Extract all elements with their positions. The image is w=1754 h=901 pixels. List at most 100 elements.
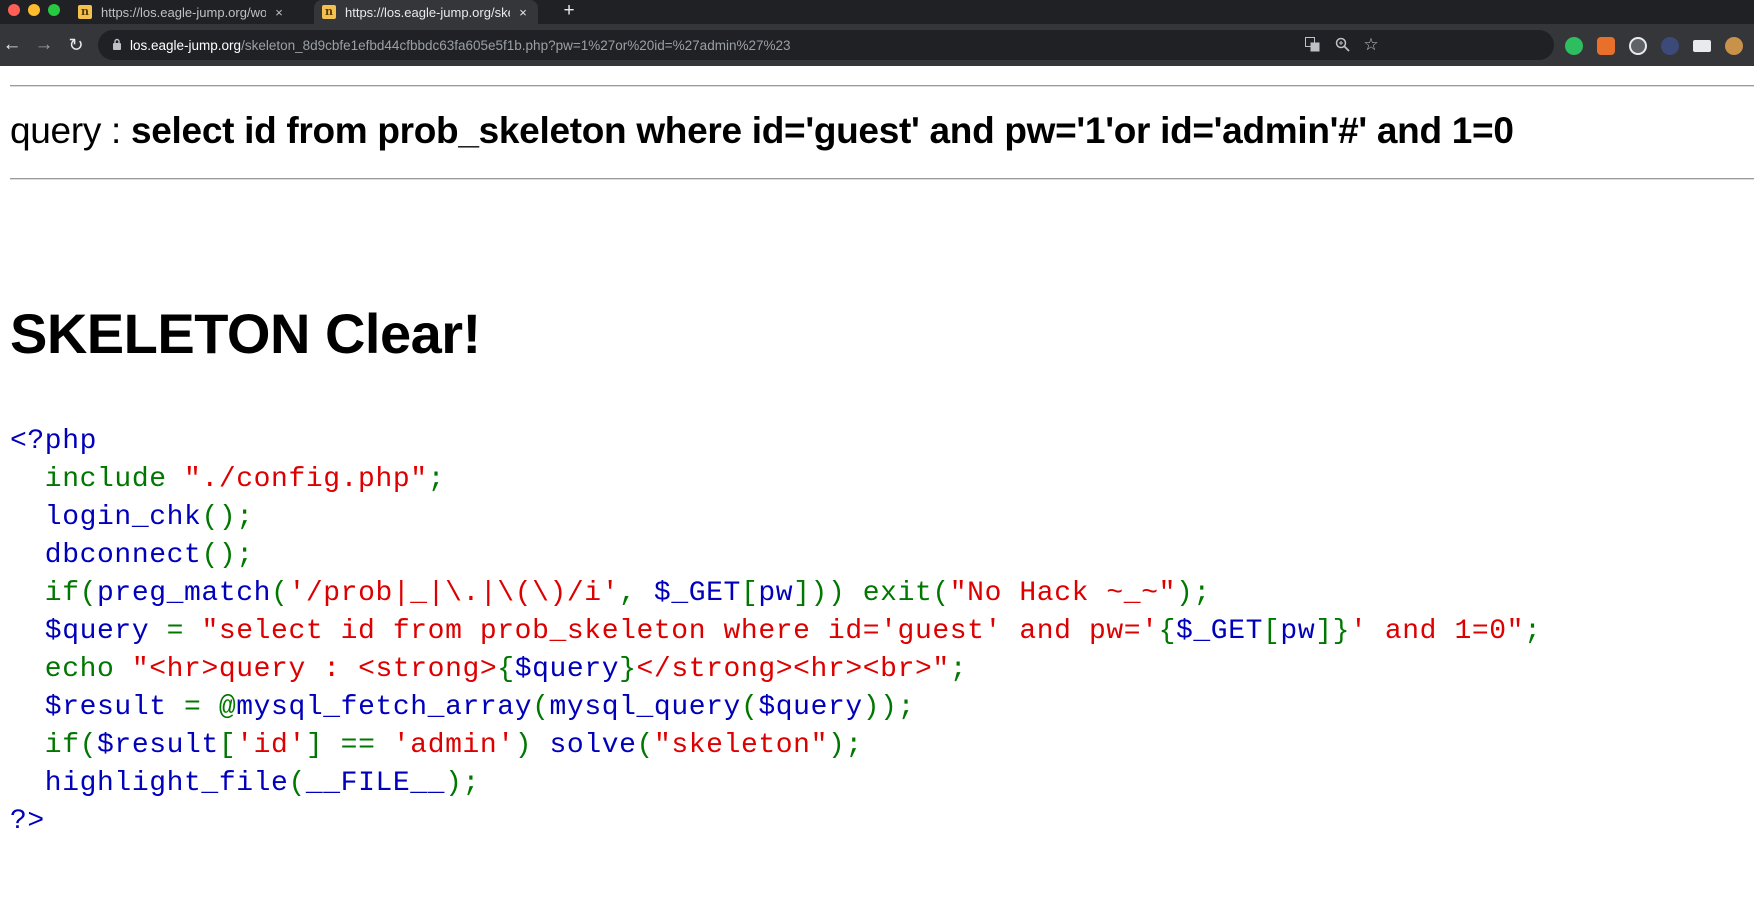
code-line: echo "<hr>query : <strong>{$query}</stro… (10, 651, 1541, 689)
new-tab-button[interactable]: + (558, 0, 580, 24)
zoom-icon[interactable] (1334, 37, 1350, 53)
code-token: "No Hack ~_~" (949, 578, 1177, 609)
close-window-button[interactable] (8, 4, 20, 16)
query-prefix: query : (10, 110, 131, 151)
code-line: if($result['id'] == 'admin') solve("skel… (10, 727, 1541, 765)
code-token: $_GET (653, 578, 741, 609)
back-icon[interactable]: ← (0, 33, 24, 57)
code-line: dbconnect(); (10, 537, 1541, 575)
cookie-icon[interactable] (1725, 37, 1743, 55)
evernote-icon[interactable] (1565, 37, 1583, 55)
code-token: ; (949, 654, 968, 685)
code-token: "<hr>query : <strong> (131, 654, 498, 685)
bookmark-star-icon[interactable]: ☆ (1363, 36, 1379, 53)
code-token: ; (1524, 616, 1542, 647)
code-token: ( (271, 578, 289, 609)
code-line: include "./config.php"; (10, 461, 1541, 499)
code-token: ( (636, 730, 654, 761)
code-token: if( (10, 578, 98, 609)
code-token: $result (10, 692, 185, 723)
query-text: select id from prob_skeleton where id='g… (131, 110, 1514, 151)
code-token: ' and 1=0" (1350, 616, 1525, 647)
code-token: mysql_fetch_array (236, 692, 533, 723)
code-token: ])) exit( (793, 578, 950, 609)
rss-icon[interactable] (1597, 37, 1615, 55)
query-display: query : select id from prob_skeleton whe… (10, 110, 1514, 152)
maximize-window-button[interactable] (48, 4, 60, 16)
code-token: 'admin' (392, 730, 515, 761)
url-path: /skeleton_8d9cbfe1efbd44cfbbdc63fa605e5f… (241, 37, 791, 53)
page-content: query : select id from prob_skeleton whe… (0, 66, 1754, 901)
close-icon[interactable]: × (516, 5, 530, 20)
code-line: highlight_file(__FILE__); (10, 765, 1541, 803)
divider (10, 85, 1754, 87)
code-line: ?> (10, 803, 1541, 841)
address-bar[interactable]: los.eagle-jump.org/skeleton_8d9cbfe1efbd… (98, 30, 1554, 60)
code-token: { (497, 654, 515, 685)
code-token: $result (97, 730, 219, 761)
translate-icon[interactable] (1304, 37, 1320, 53)
code-token: ?> (10, 806, 45, 837)
code-line: $query = "select id from prob_skeleton w… (10, 613, 1541, 651)
code-token: )); (862, 692, 915, 723)
tab-skeleton[interactable]: n https://los.eagle-jump.org/skeleton × (314, 0, 538, 24)
code-token: echo (10, 654, 132, 685)
code-token: ]} (1315, 616, 1351, 647)
site-favicon-icon: n (322, 5, 336, 19)
code-line: login_chk(); (10, 499, 1541, 537)
code-token: ( (532, 692, 550, 723)
code-token: } (619, 654, 637, 685)
code-line: <?php (10, 423, 1541, 461)
code-token: ) (514, 730, 550, 761)
code-token: [ (1263, 616, 1281, 647)
tab-strip: n https://los.eagle-jump.org/wolf × n ht… (0, 0, 1754, 24)
code-token: (); (201, 502, 254, 533)
code-token: pw (758, 578, 794, 609)
code-token: preg_match (97, 578, 272, 609)
shield-icon[interactable] (1629, 37, 1647, 55)
code-token: include (10, 464, 185, 495)
code-token: $query (10, 616, 167, 647)
tab-wolf[interactable]: n https://los.eagle-jump.org/wolf × (70, 0, 294, 24)
lock-icon[interactable] (112, 38, 122, 53)
code-token: 'id' (236, 730, 306, 761)
reload-icon[interactable]: ↻ (64, 33, 88, 57)
divider (10, 178, 1754, 180)
code-token: pw (1280, 616, 1316, 647)
php-source-code: <?php include "./config.php"; login_chk(… (10, 423, 1541, 841)
code-token: $_GET (1176, 616, 1264, 647)
code-token: ] == (305, 730, 393, 761)
code-token: </strong><hr><br>" (636, 654, 950, 685)
code-token: ); (1176, 578, 1211, 609)
url-host: los.eagle-jump.org (130, 37, 242, 53)
code-token: = @ (184, 692, 237, 723)
code-token: login_chk (10, 502, 202, 533)
code-token: ( (740, 692, 759, 723)
code-token: $query (758, 692, 863, 723)
code-line: $result = @mysql_fetch_array(mysql_query… (10, 689, 1541, 727)
code-token: [ (218, 730, 237, 761)
code-token: "select id from prob_skeleton where id='… (201, 616, 1159, 647)
close-icon[interactable]: × (272, 5, 286, 20)
code-token: { (1158, 616, 1176, 647)
code-token: mysql_query (549, 692, 741, 723)
minimize-window-button[interactable] (28, 4, 40, 16)
code-token: , (619, 578, 654, 609)
card-icon[interactable] (1693, 40, 1711, 52)
forward-icon[interactable]: → (32, 33, 56, 57)
code-token: = (166, 616, 202, 647)
code-token: [ (740, 578, 759, 609)
code-token: ); (827, 730, 863, 761)
tab-title: https://los.eagle-jump.org/skeleton (345, 4, 510, 20)
circle-icon[interactable] (1661, 37, 1679, 55)
code-token: ( (288, 768, 306, 799)
code-token: highlight_file (10, 768, 289, 799)
clear-message: SKELETON Clear! (10, 302, 481, 365)
site-favicon-icon: n (78, 5, 92, 19)
code-token: ); (445, 768, 480, 799)
browser-toolbar: ← → ↻ los.eagle-jump.org/skeleton_8d9cbf… (0, 24, 1754, 66)
code-token: if( (10, 730, 98, 761)
code-token: <?php (10, 426, 98, 457)
code-token: ; (427, 464, 446, 495)
code-token: __FILE__ (305, 768, 446, 799)
